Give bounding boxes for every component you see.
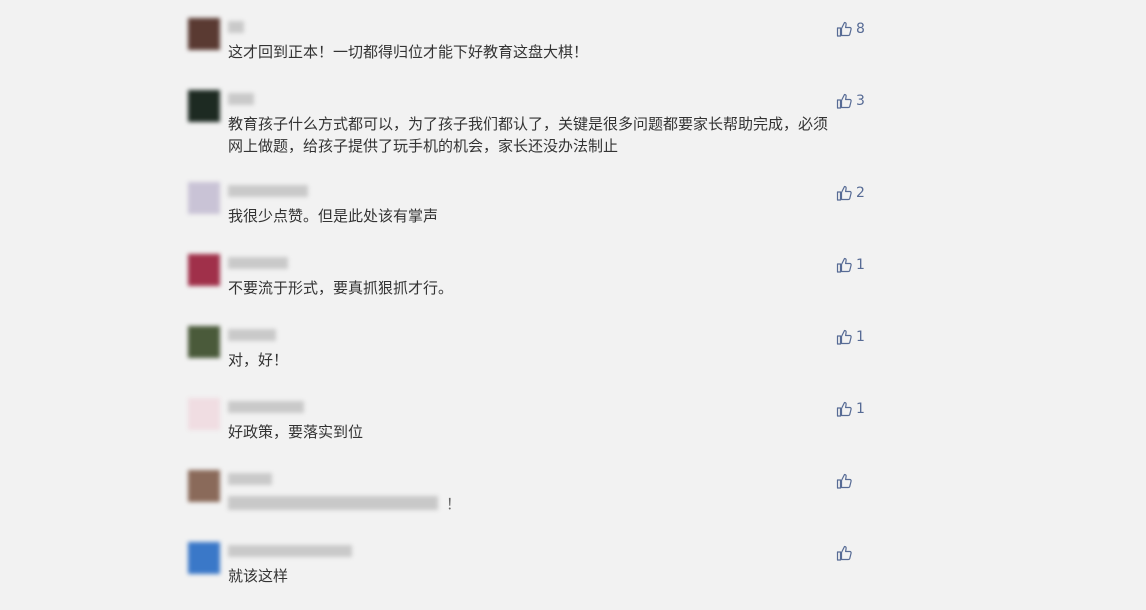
thumbs-up-icon — [836, 473, 852, 489]
thumbs-up-icon — [836, 93, 852, 109]
like-button[interactable] — [836, 542, 866, 564]
like-button[interactable]: 8 — [836, 18, 866, 40]
thumbs-up-icon — [836, 329, 852, 345]
nickname-blurred — [228, 185, 308, 197]
comment-item: 这才回到正本！一切都得归位才能下好教育这盘大棋！ 8 — [188, 14, 866, 86]
comment-item: 教育孩子什么方式都可以，为了孩子我们都认了，关键是很多问题都要家长帮助完成，必须… — [188, 86, 866, 178]
comment-item: 好政策，要落实到位 1 — [188, 394, 866, 466]
comment-text: 就该这样 — [228, 567, 289, 585]
like-button[interactable] — [836, 470, 866, 492]
thumbs-up-icon — [836, 257, 852, 273]
comment-text: 教育孩子什么方式都可以，为了孩子我们都认了，关键是很多问题都要家长帮助完成，必须… — [228, 115, 829, 155]
comment-text: 对，好！ — [228, 351, 289, 369]
nickname-blurred — [228, 21, 244, 33]
avatar[interactable] — [188, 470, 220, 502]
comment-item: 不要流于形式，要真抓狠抓才行。 1 — [188, 250, 866, 322]
thumbs-up-icon — [836, 185, 852, 201]
comment-text-blurred — [228, 496, 438, 510]
comment-list: 这才回到正本！一切都得归位才能下好教育这盘大棋！ 8 教育孩子什么方式都可以，为… — [188, 14, 866, 610]
thumbs-up-icon — [836, 21, 852, 37]
nickname-blurred — [228, 329, 276, 341]
avatar[interactable] — [188, 326, 220, 358]
like-button[interactable]: 2 — [836, 182, 866, 204]
like-count: 3 — [856, 93, 865, 109]
like-count: 1 — [856, 401, 865, 417]
comment-text: 不要流于形式，要真抓狠抓才行。 — [228, 279, 454, 297]
comment-item: 就该这样 — [188, 538, 866, 610]
comment-text: ！ — [446, 495, 462, 513]
comment-text: 我很少点赞。但是此处该有掌声 — [228, 207, 439, 225]
thumbs-up-icon — [836, 401, 852, 417]
like-count: 8 — [856, 21, 865, 37]
like-button[interactable]: 1 — [836, 398, 866, 420]
comment-text: 这才回到正本！一切都得归位才能下好教育这盘大棋！ — [228, 43, 589, 61]
avatar[interactable] — [188, 542, 220, 574]
comment-item: 对，好！ 1 — [188, 322, 866, 394]
nickname-blurred — [228, 257, 288, 269]
avatar[interactable] — [188, 18, 220, 50]
like-count: 2 — [856, 185, 865, 201]
avatar[interactable] — [188, 254, 220, 286]
comment-item: ！ — [188, 466, 866, 538]
nickname-blurred — [228, 473, 272, 485]
like-count: 1 — [856, 329, 865, 345]
like-button[interactable]: 1 — [836, 254, 866, 276]
avatar[interactable] — [188, 90, 220, 122]
nickname-blurred — [228, 401, 304, 413]
thumbs-up-icon — [836, 545, 852, 561]
comment-item: 我很少点赞。但是此处该有掌声 2 — [188, 178, 866, 250]
comment-text: 好政策，要落实到位 — [228, 423, 364, 441]
like-button[interactable]: 3 — [836, 90, 866, 112]
avatar[interactable] — [188, 182, 220, 214]
nickname-blurred — [228, 545, 352, 557]
like-count: 1 — [856, 257, 865, 273]
like-button[interactable]: 1 — [836, 326, 866, 348]
nickname-blurred — [228, 93, 254, 105]
avatar[interactable] — [188, 398, 220, 430]
